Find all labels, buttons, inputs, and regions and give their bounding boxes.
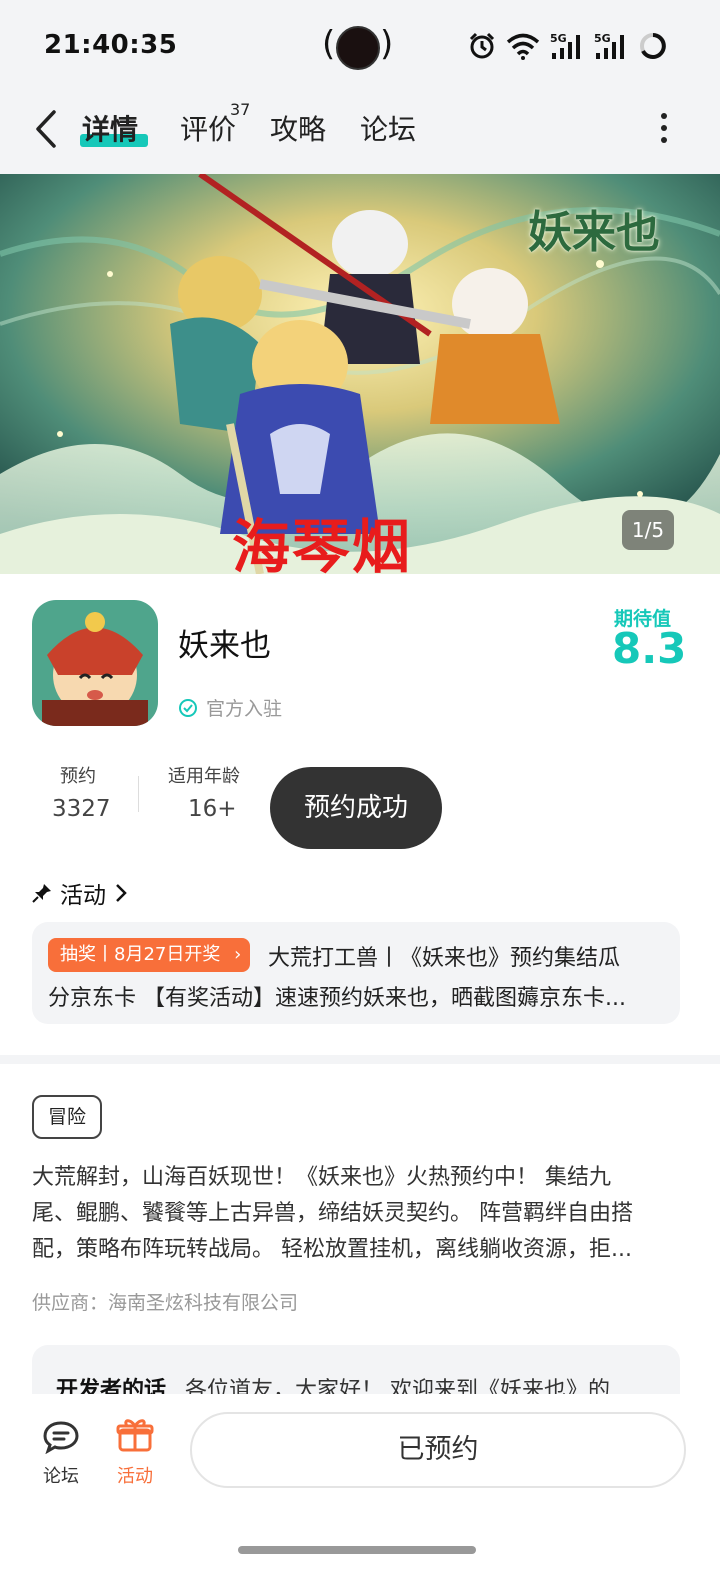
genre-tag[interactable]: 冒险: [32, 1095, 103, 1139]
battery-ring-icon: [640, 33, 666, 59]
verified-row: 官方入驻: [178, 694, 282, 721]
status-time: 21:40:35: [44, 30, 178, 60]
tab-detail[interactable]: 详情: [82, 108, 138, 148]
stat-age-label: 适用年龄: [168, 766, 240, 787]
chevron-right-icon: [116, 884, 127, 902]
tab-guides[interactable]: 攻略: [270, 108, 326, 148]
forum-chat-icon[interactable]: [42, 1420, 80, 1454]
game-description[interactable]: 大荒解封，山海百妖现世！《妖来也》火热预约中！ 集结九 尾、鲲鹏、饕餮等上古异兽…: [32, 1160, 682, 1268]
alarm-icon: [469, 32, 495, 59]
reviews-count-badge: 37: [230, 100, 251, 119]
activity-section-header[interactable]: 活动: [32, 876, 128, 910]
banner-page-counter: 1/5: [622, 510, 674, 550]
stat-reservations-value: 3327: [52, 796, 111, 822]
reserved-button[interactable]: 已预约: [190, 1412, 686, 1488]
stat-age-value: 16+: [188, 796, 237, 822]
more-options-icon[interactable]: [654, 110, 674, 146]
description-line: 尾、鲲鹏、饕餮等上古异兽，缔结妖灵契约。 阵营羁绊自由搭: [32, 1201, 633, 1226]
bottom-forum-label[interactable]: 论坛: [43, 1462, 79, 1488]
lottery-badge[interactable]: 抽奖丨8月27日开奖 ›: [48, 938, 251, 972]
tab-forum[interactable]: 论坛: [360, 108, 416, 148]
banner-watermark: 海琴烟: [232, 513, 413, 581]
game-title: 妖来也: [178, 628, 271, 664]
description-line: 大荒解封，山海百妖现世！《妖来也》火热预约中！ 集结九: [32, 1165, 611, 1190]
verified-check-icon: [179, 698, 197, 717]
banner-game-logo: 妖来也: [528, 207, 660, 258]
gift-icon[interactable]: [116, 1416, 154, 1454]
back-arrow-icon[interactable]: [30, 108, 64, 150]
stat-divider: [138, 776, 139, 812]
signal-5g-icon-1: 5G: [550, 32, 580, 59]
activity-text-line2: 分京东卡 【有奖活动】速速预约妖来也，晒截图薅京东卡...: [48, 986, 626, 1011]
section-divider: [0, 1055, 720, 1064]
tab-reviews[interactable]: 评价: [180, 108, 236, 148]
verified-label: 官方入驻: [206, 698, 283, 720]
lottery-badge-label: 抽奖丨8月27日开奖: [60, 944, 221, 965]
pin-icon: [32, 884, 51, 903]
signal-5g-icon-2: 5G: [594, 32, 624, 59]
svg-text:5G: 5G: [594, 32, 611, 45]
activity-text-line1: 大荒打工兽丨《妖来也》预约集结瓜: [268, 946, 621, 971]
svg-text:5G: 5G: [550, 32, 567, 45]
wifi-icon: [506, 33, 540, 60]
activity-header-label: 活动: [60, 883, 106, 909]
description-line: 配，策略布阵玩转战局。 轻松放置挂机，离线躺收资源，拒...: [32, 1237, 632, 1262]
bottom-activity-label[interactable]: 活动: [117, 1462, 153, 1488]
home-indicator[interactable]: [238, 1546, 476, 1554]
camera-cutout: ( ): [322, 24, 394, 70]
status-icons: 5G 5G: [468, 30, 668, 62]
game-app-icon: [32, 600, 158, 726]
badge-chevron-icon: ›: [234, 944, 242, 965]
reservation-success-toast: 预约成功: [270, 767, 442, 849]
expect-score-value: 8.3: [612, 624, 687, 673]
supplier-info: 供应商：海南圣炫科技有限公司: [32, 1292, 299, 1314]
stat-reservations-label: 预约: [60, 766, 96, 787]
